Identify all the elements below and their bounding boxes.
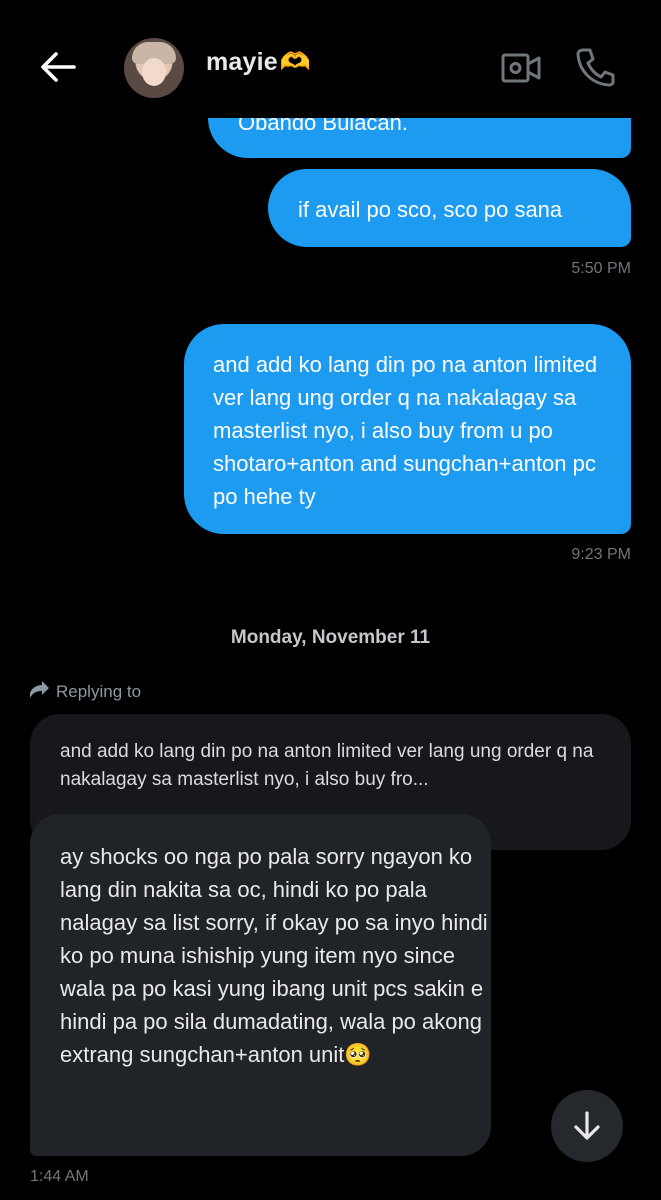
avatar[interactable] [124, 38, 184, 98]
avatar-face [142, 58, 166, 86]
conversation-header: mayie🫶 [0, 0, 661, 118]
message-text: if avail po sco, sco po sana [298, 197, 563, 222]
incoming-message: ay shocks oo nga po pala sorry ngayon ko… [30, 814, 491, 1156]
video-call-button[interactable] [500, 50, 542, 86]
reply-arrow-icon [30, 681, 49, 698]
outgoing-message: and add ko lang din po na anton limited … [184, 324, 631, 534]
conversation-title[interactable]: mayie🫶 [206, 48, 311, 77]
video-camera-icon [501, 53, 541, 83]
message-timestamp: 5:50 PM [571, 260, 631, 277]
voice-call-button[interactable] [574, 46, 616, 88]
outgoing-message: if avail po sco, sco po sana [268, 169, 631, 247]
username-text: mayie [206, 48, 278, 76]
back-button[interactable] [38, 48, 80, 86]
arrow-left-icon [41, 52, 76, 82]
message-timestamp: 9:23 PM [571, 546, 631, 563]
phone-icon [576, 48, 615, 87]
message-text: and add ko lang din po na anton limited … [213, 352, 598, 509]
replying-to-label: Replying to [28, 681, 141, 702]
date-separator: Monday, November 11 [230, 627, 431, 648]
replying-to-text: Replying to [56, 682, 142, 701]
message-text: ay shocks oo nga po pala sorry ngayon ko… [60, 844, 488, 1067]
username-emoji: 🫶 [279, 48, 312, 76]
scroll-to-bottom-button[interactable] [551, 1090, 623, 1162]
arrow-down-icon [574, 1111, 600, 1140]
message-timestamp: 1:44 AM [30, 1168, 89, 1185]
quoted-message-text: and add ko lang din po na anton limited … [60, 741, 594, 790]
